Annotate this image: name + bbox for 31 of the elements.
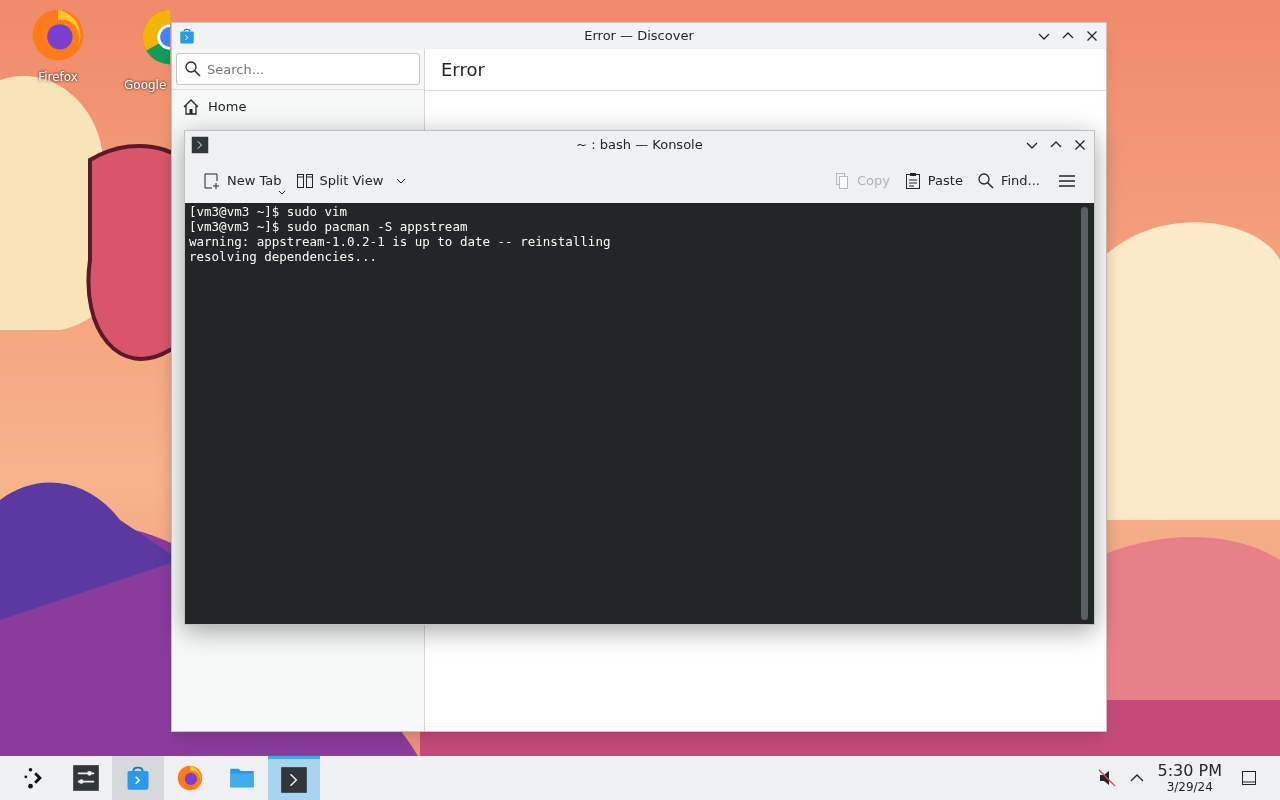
window-title: ~ : bash — Konsole xyxy=(575,135,704,154)
toolbar-button[interactable]: Find... xyxy=(972,166,1044,195)
show-desktop-icon[interactable] xyxy=(1240,769,1258,787)
search-icon xyxy=(184,60,202,78)
terminal-icon[interactable] xyxy=(280,765,308,794)
clipboard-icon xyxy=(903,171,922,190)
search-icon xyxy=(976,171,995,190)
toolbar-button[interactable]: Paste xyxy=(899,166,967,195)
clock[interactable]: 5:30 PM 3/29/24 xyxy=(1157,763,1222,793)
caret-icon xyxy=(277,190,286,197)
toolbar-button[interactable]: New Tab xyxy=(199,166,286,195)
terminal-line: warning: appstream-1.0.2-1 is up to date -- reinstalling xyxy=(189,234,612,249)
window-title: Error — Discover xyxy=(583,27,695,46)
terminal-icon[interactable] xyxy=(191,135,209,154)
toolbar-button[interactable]: Split View xyxy=(291,166,412,195)
sliders-icon[interactable] xyxy=(72,764,100,792)
split-view-icon xyxy=(295,171,314,190)
terminal-line: resolving dependencies... xyxy=(189,249,379,264)
home-icon xyxy=(182,98,200,116)
terminal-line: [vm3@vm3 ~]$ sudo vim xyxy=(189,204,349,219)
page-title: Error xyxy=(441,58,485,82)
muted-speaker-icon[interactable] xyxy=(1097,769,1116,787)
sidebar-item[interactable]: Home xyxy=(172,90,424,124)
terminal-line: [vm3@vm3 ~]$ sudo pacman -S appstream xyxy=(189,219,469,234)
firefox-icon[interactable] xyxy=(176,764,204,792)
scrollbar[interactable] xyxy=(1081,207,1088,620)
search-field[interactable]: Search... xyxy=(176,53,420,85)
terminal[interactable]: [vm3@vm3 ~]$ sudo vim [vm3@vm3 ~]$ sudo pacman -S appstream warning: appstream-1.0.2-1 is up to date -- reinstalling resolving dependencies... xyxy=(185,203,1094,624)
new-tab-icon xyxy=(203,171,221,190)
taskbar-item[interactable] xyxy=(268,756,320,800)
shopping-bag-icon[interactable] xyxy=(178,27,196,45)
